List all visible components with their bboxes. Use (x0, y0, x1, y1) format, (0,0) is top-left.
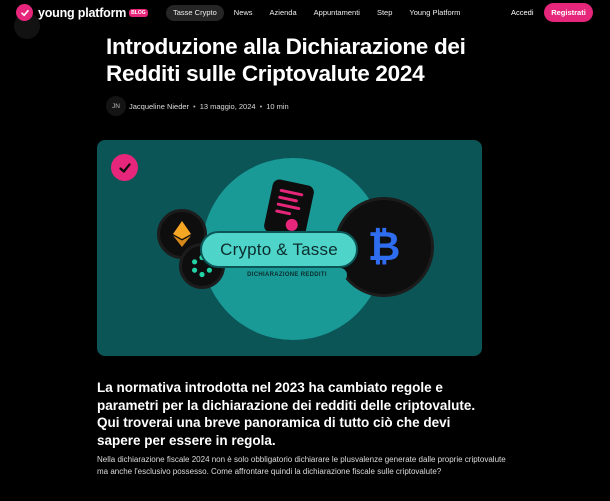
page-title: Introduzione alla Dichiarazione dei Redd… (106, 34, 466, 86)
logo-check-icon (16, 4, 33, 21)
logo-text: young platform (38, 5, 127, 20)
hero-image: ₿ Crypto & Tasse DICHIARAZIONE REDDITI (97, 140, 482, 356)
nav-link-step[interactable]: Step (377, 5, 392, 21)
hero-pill-text: Crypto & Tasse (220, 239, 338, 259)
meta-separator: • (259, 101, 263, 111)
nav-link-tasse-crypto[interactable]: Tasse Crypto (166, 5, 224, 21)
author-avatar: JN (106, 96, 126, 116)
hero-check-badge-icon (111, 154, 138, 181)
publish-date: 13 maggio, 2024 (199, 101, 256, 111)
meta-separator: • (193, 101, 196, 111)
nav-link-news[interactable]: News (234, 5, 253, 21)
nav-link-young-platform[interactable]: Young Platform (409, 5, 460, 21)
logo[interactable]: young platform BLOG (16, 4, 148, 21)
register-button[interactable]: Registrati (544, 3, 593, 22)
hero-subtitle: DICHIARAZIONE REDDITI (227, 268, 347, 282)
article-meta: JN Jacqueline Nieder • 13 maggio, 2024 •… (106, 96, 289, 116)
read-time: 10 min (266, 101, 289, 111)
top-navbar: young platform BLOG Tasse Crypto News Az… (0, 0, 610, 26)
nav-links: Tasse Crypto News Azienda Appuntamenti S… (166, 5, 477, 21)
hero-pill: Crypto & Tasse (200, 231, 358, 268)
nav-link-appuntamenti[interactable]: Appuntamenti (314, 5, 360, 21)
logo-badge: BLOG (129, 8, 148, 17)
login-link[interactable]: Accedi (511, 5, 534, 21)
article-lead: La normativa introdotta nel 2023 ha camb… (97, 380, 476, 449)
article-body: Nella dichiarazione fiscale 2024 non è s… (97, 455, 506, 476)
nav-link-azienda[interactable]: Azienda (270, 5, 297, 21)
author-name[interactable]: Jacqueline Nieder (129, 102, 189, 111)
